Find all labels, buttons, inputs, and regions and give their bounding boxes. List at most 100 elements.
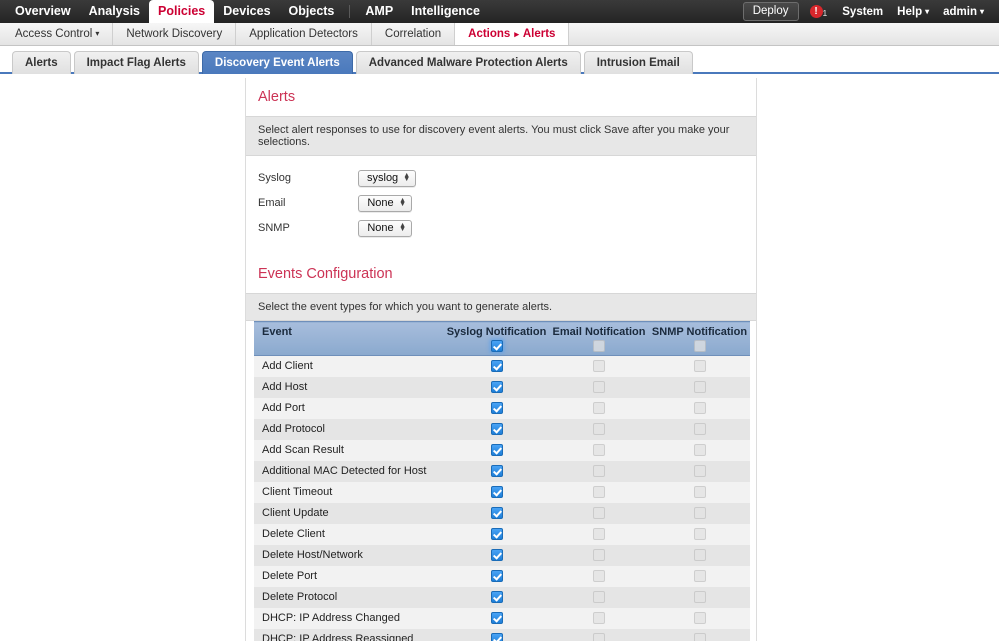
checkbox-icon[interactable]: [593, 340, 605, 353]
checkbox-icon[interactable]: [693, 381, 706, 394]
checkbox-icon[interactable]: [593, 528, 605, 541]
tab-intrusion-email[interactable]: Intrusion Email: [583, 51, 693, 74]
nav-item-amp[interactable]: AMP: [356, 1, 402, 23]
column-header-syslog-notification[interactable]: Syslog Notification: [444, 321, 549, 356]
syslog-notification-cell[interactable]: [444, 523, 549, 545]
snmp-notification-cell[interactable]: [649, 439, 750, 461]
subnav-item-network-discovery[interactable]: Network Discovery: [113, 23, 237, 45]
email-notification-cell[interactable]: [549, 502, 649, 524]
checkbox-icon[interactable]: [490, 486, 503, 499]
checkbox-icon[interactable]: [593, 465, 605, 478]
subnav-item-application-detectors[interactable]: Application Detectors: [236, 23, 372, 45]
checkbox-icon[interactable]: [693, 612, 706, 625]
syslog-notification-cell[interactable]: [444, 607, 549, 629]
email-notification-cell[interactable]: [549, 586, 649, 608]
checkbox-icon[interactable]: [490, 340, 503, 353]
checkbox-icon[interactable]: [593, 381, 605, 394]
snmp-notification-cell[interactable]: [649, 628, 750, 641]
email-notification-cell[interactable]: [549, 418, 649, 440]
syslog-notification-cell[interactable]: [444, 355, 549, 377]
checkbox-icon[interactable]: [693, 465, 706, 478]
checkbox-icon[interactable]: [693, 444, 706, 457]
user-menu[interactable]: admin ▾: [936, 6, 991, 18]
email-notification-cell[interactable]: [549, 460, 649, 482]
checkbox-icon[interactable]: [593, 360, 605, 373]
syslog-notification-cell[interactable]: [444, 628, 549, 641]
snmp-select[interactable]: None ▲ ▼: [358, 219, 412, 237]
snmp-notification-cell[interactable]: [649, 502, 750, 524]
syslog-select[interactable]: syslog ▲ ▼: [358, 169, 417, 187]
checkbox-icon[interactable]: [593, 507, 605, 520]
checkbox-icon[interactable]: [490, 444, 503, 457]
checkbox-icon[interactable]: [593, 444, 605, 457]
checkbox-icon[interactable]: [693, 507, 706, 520]
checkbox-icon[interactable]: [490, 507, 503, 520]
snmp-notification-cell[interactable]: [649, 565, 750, 587]
snmp-notification-cell[interactable]: [649, 523, 750, 545]
syslog-notification-cell[interactable]: [444, 481, 549, 503]
email-notification-cell[interactable]: [549, 439, 649, 461]
snmp-notification-cell[interactable]: [649, 481, 750, 503]
snmp-notification-cell[interactable]: [649, 460, 750, 482]
checkbox-icon[interactable]: [490, 612, 503, 625]
checkbox-icon[interactable]: [593, 423, 605, 436]
checkbox-icon[interactable]: [593, 633, 605, 641]
nav-item-analysis[interactable]: Analysis: [80, 1, 149, 23]
nav-item-overview[interactable]: Overview: [6, 1, 80, 23]
checkbox-icon[interactable]: [490, 360, 503, 373]
email-notification-cell[interactable]: [549, 376, 649, 398]
email-notification-cell[interactable]: [549, 628, 649, 641]
email-notification-cell[interactable]: [549, 523, 649, 545]
syslog-notification-cell[interactable]: [444, 460, 549, 482]
checkbox-icon[interactable]: [490, 570, 503, 583]
snmp-notification-cell[interactable]: [649, 355, 750, 377]
syslog-notification-cell[interactable]: [444, 418, 549, 440]
checkbox-icon[interactable]: [693, 528, 706, 541]
subnav-item-correlation[interactable]: Correlation: [372, 23, 456, 45]
checkbox-icon[interactable]: [693, 340, 706, 353]
column-header-event[interactable]: Event: [254, 321, 444, 356]
email-notification-cell[interactable]: [549, 481, 649, 503]
checkbox-icon[interactable]: [490, 549, 503, 562]
nav-item-intelligence[interactable]: Intelligence: [402, 1, 489, 23]
checkbox-icon[interactable]: [593, 591, 605, 604]
email-notification-cell[interactable]: [549, 397, 649, 419]
email-select[interactable]: None ▲ ▼: [358, 194, 412, 212]
checkbox-icon[interactable]: [693, 486, 706, 499]
checkbox-icon[interactable]: [593, 612, 605, 625]
checkbox-icon[interactable]: [490, 591, 503, 604]
tab-alerts[interactable]: Alerts: [12, 51, 71, 74]
syslog-notification-cell[interactable]: [444, 544, 549, 566]
nav-item-objects[interactable]: Objects: [280, 1, 344, 23]
checkbox-icon[interactable]: [693, 633, 706, 641]
checkbox-icon[interactable]: [693, 402, 706, 415]
snmp-notification-cell[interactable]: [649, 544, 750, 566]
column-header-snmp-notification[interactable]: SNMP Notification: [649, 321, 750, 356]
email-notification-cell[interactable]: [549, 544, 649, 566]
snmp-notification-cell[interactable]: [649, 376, 750, 398]
tab-advanced-malware-protection-alerts[interactable]: Advanced Malware Protection Alerts: [355, 51, 581, 74]
checkbox-icon[interactable]: [593, 549, 605, 562]
subnav-item-access-control[interactable]: Access Control ▾: [2, 23, 114, 45]
nav-item-devices[interactable]: Devices: [214, 1, 279, 23]
syslog-notification-cell[interactable]: [444, 376, 549, 398]
tab-impact-flag-alerts[interactable]: Impact Flag Alerts: [73, 51, 199, 74]
select-all-snmp-checkbox[interactable]: [651, 340, 748, 353]
syslog-notification-cell[interactable]: [444, 586, 549, 608]
snmp-notification-cell[interactable]: [649, 418, 750, 440]
checkbox-icon[interactable]: [693, 591, 706, 604]
nav-item-policies[interactable]: Policies: [149, 0, 215, 23]
checkbox-icon[interactable]: [693, 360, 706, 373]
syslog-notification-cell[interactable]: [444, 397, 549, 419]
notification-badge[interactable]: ! 1: [809, 5, 827, 18]
checkbox-icon[interactable]: [490, 633, 503, 641]
email-notification-cell[interactable]: [549, 565, 649, 587]
snmp-notification-cell[interactable]: [649, 397, 750, 419]
checkbox-icon[interactable]: [490, 402, 503, 415]
breadcrumb[interactable]: Actions ▸ Alerts: [455, 23, 570, 45]
column-header-email-notification[interactable]: Email Notification: [549, 321, 649, 356]
checkbox-icon[interactable]: [593, 402, 605, 415]
syslog-notification-cell[interactable]: [444, 439, 549, 461]
syslog-notification-cell[interactable]: [444, 565, 549, 587]
deploy-button[interactable]: Deploy: [742, 2, 799, 21]
